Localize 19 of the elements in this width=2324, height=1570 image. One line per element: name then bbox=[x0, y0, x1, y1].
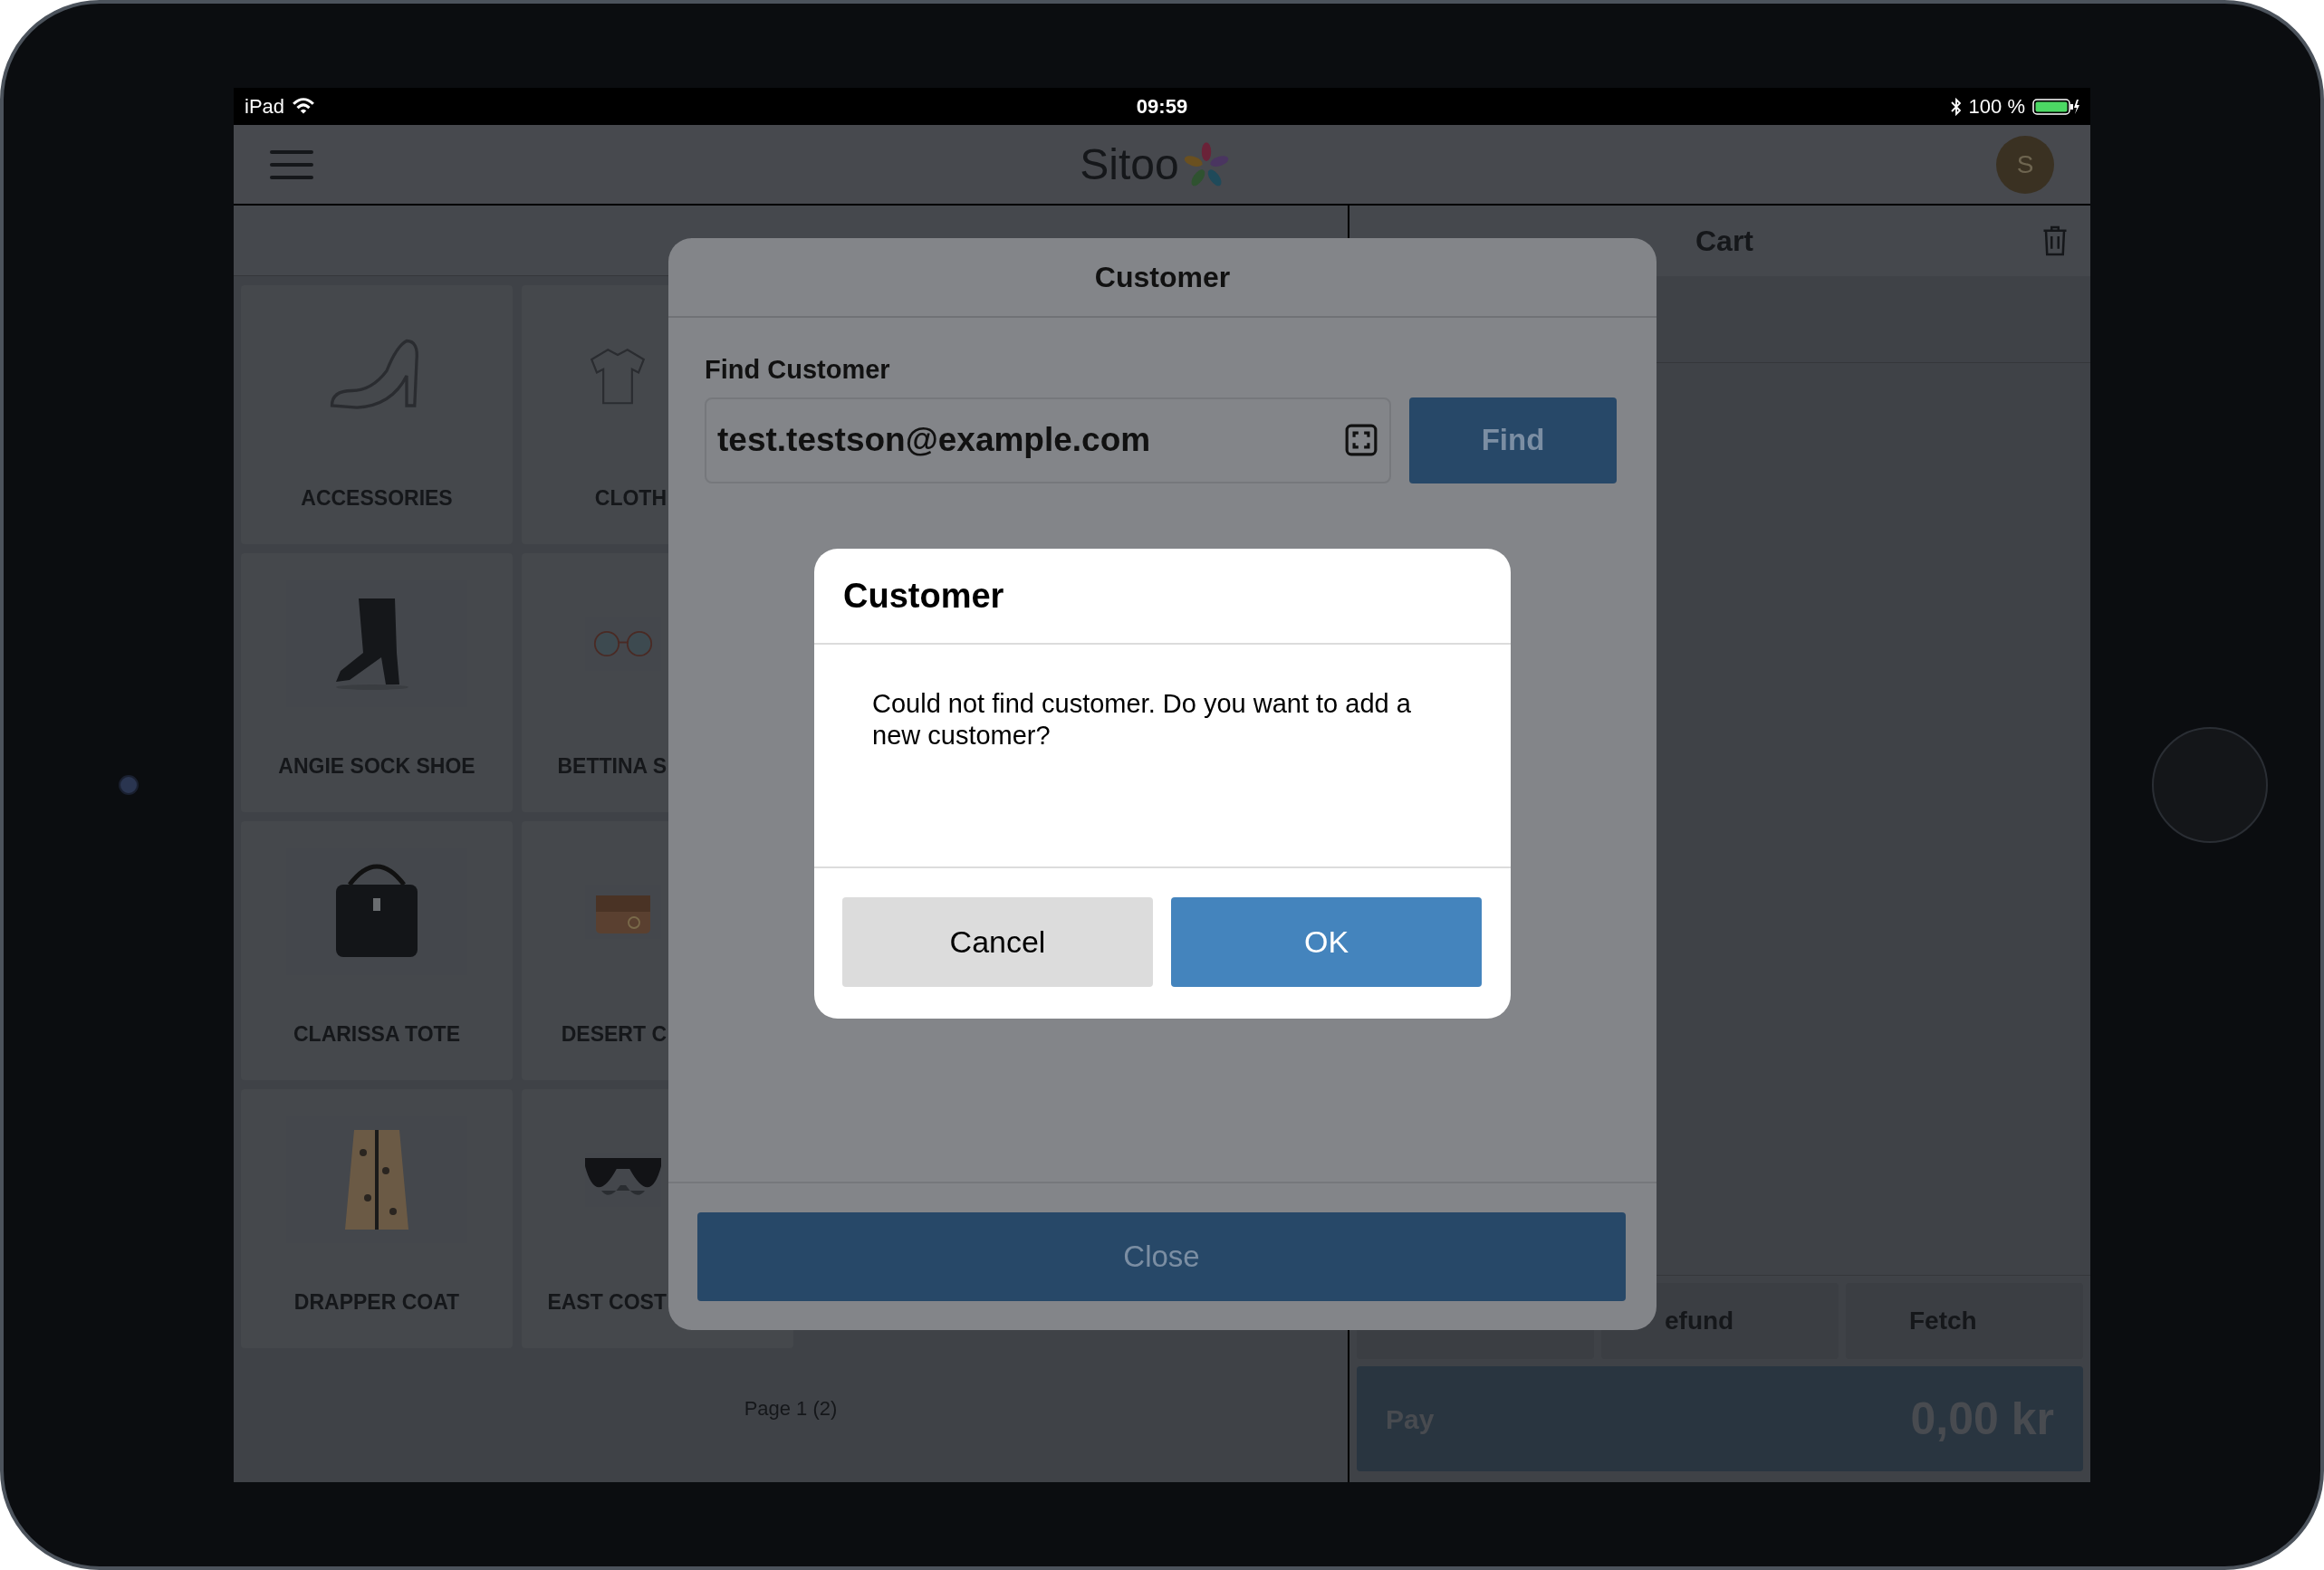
camera-icon bbox=[119, 775, 139, 795]
alert-message: Could not find customer. Do you want to add a new customer? bbox=[872, 688, 1412, 751]
flower-logo-icon bbox=[1182, 140, 1230, 188]
find-button[interactable]: Find bbox=[1409, 397, 1617, 483]
device-name: iPad bbox=[245, 94, 285, 120]
clock: 09:59 bbox=[1136, 94, 1188, 120]
close-button[interactable]: Close bbox=[697, 1212, 1626, 1301]
menu-icon[interactable] bbox=[270, 148, 313, 181]
wifi-icon bbox=[292, 97, 316, 116]
ok-button[interactable]: OK bbox=[1171, 897, 1482, 987]
search-field[interactable]: test.testson@example.com bbox=[705, 397, 1391, 483]
dialog-title: Customer bbox=[1094, 260, 1231, 295]
cancel-button[interactable]: Cancel bbox=[842, 897, 1153, 987]
battery-charging-icon bbox=[2032, 97, 2079, 116]
scan-icon[interactable] bbox=[1344, 423, 1378, 457]
trash-icon[interactable] bbox=[2041, 225, 2069, 257]
battery-percentage: 100 % bbox=[1968, 94, 2025, 120]
alert-title: Customer bbox=[843, 575, 1004, 617]
bluetooth-icon bbox=[1950, 97, 1962, 116]
